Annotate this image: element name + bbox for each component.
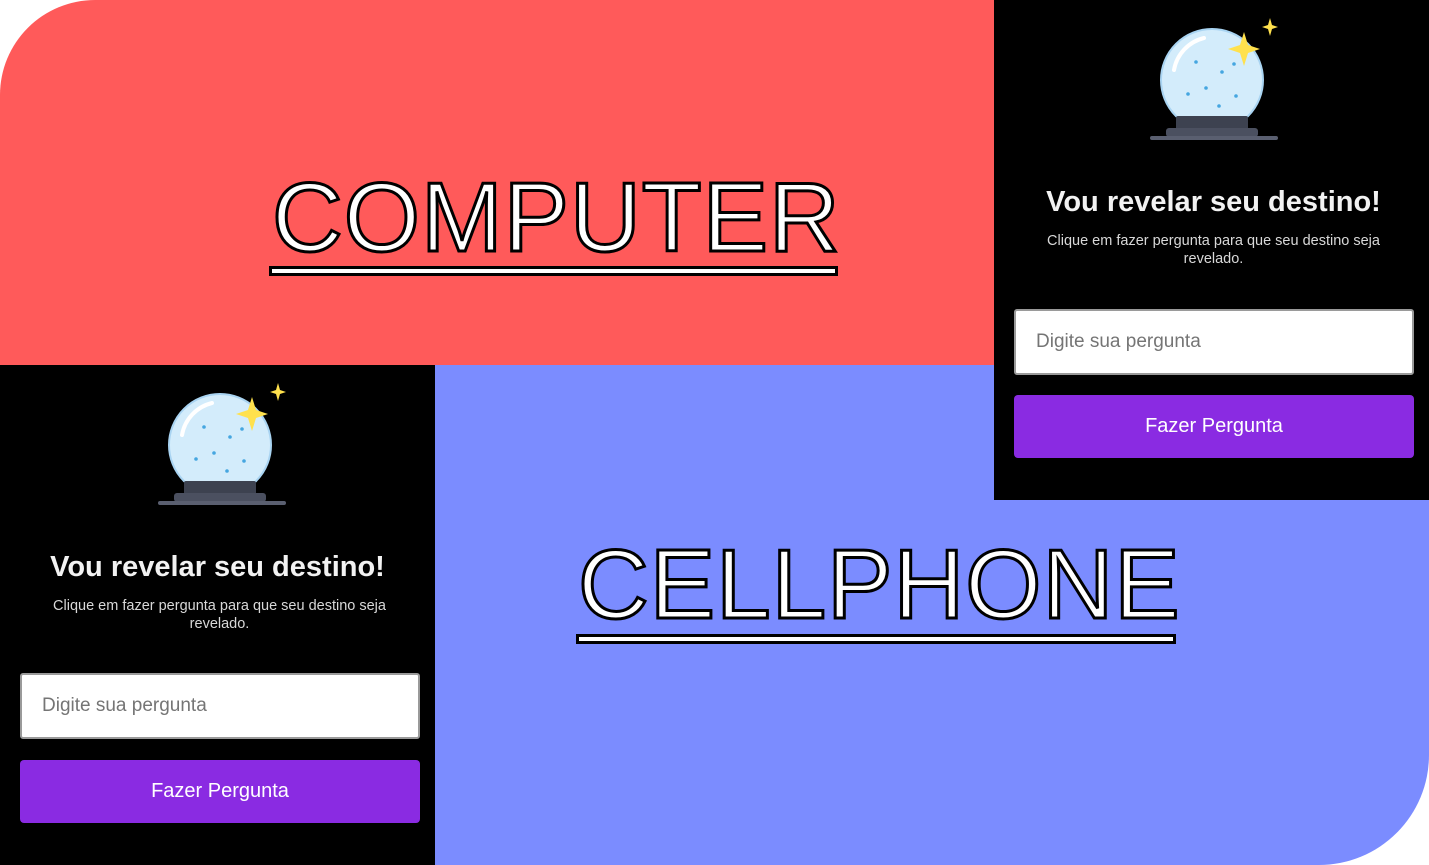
computer-label: COMPUTER [271, 162, 842, 272]
question-input[interactable] [20, 673, 420, 739]
app-title: Vou revelar seu destino! [50, 551, 385, 583]
crystal-ball-icon [158, 383, 286, 505]
app-title: Vou revelar seu destino! [1046, 186, 1381, 218]
cellphone-label-underline [576, 634, 1176, 644]
mobile-app-preview: Vou revelar seu destino! Clique em fazer… [0, 365, 435, 865]
showcase-canvas: COMPUTER CELLPHONE Vou revelar seu desti… [0, 0, 1429, 865]
crystal-ball-icon [1150, 18, 1278, 140]
computer-label-underline [269, 266, 838, 276]
ask-question-button[interactable]: Fazer Pergunta [1014, 395, 1414, 458]
ask-question-button[interactable]: Fazer Pergunta [20, 760, 420, 823]
cellphone-label: CELLPHONE [577, 529, 1182, 639]
app-subtitle: Clique em fazer pergunta para que seu de… [53, 598, 386, 632]
desktop-app-preview: Vou revelar seu destino! Clique em fazer… [994, 0, 1429, 500]
app-subtitle: Clique em fazer pergunta para que seu de… [1047, 233, 1380, 267]
question-input[interactable] [1014, 309, 1414, 375]
